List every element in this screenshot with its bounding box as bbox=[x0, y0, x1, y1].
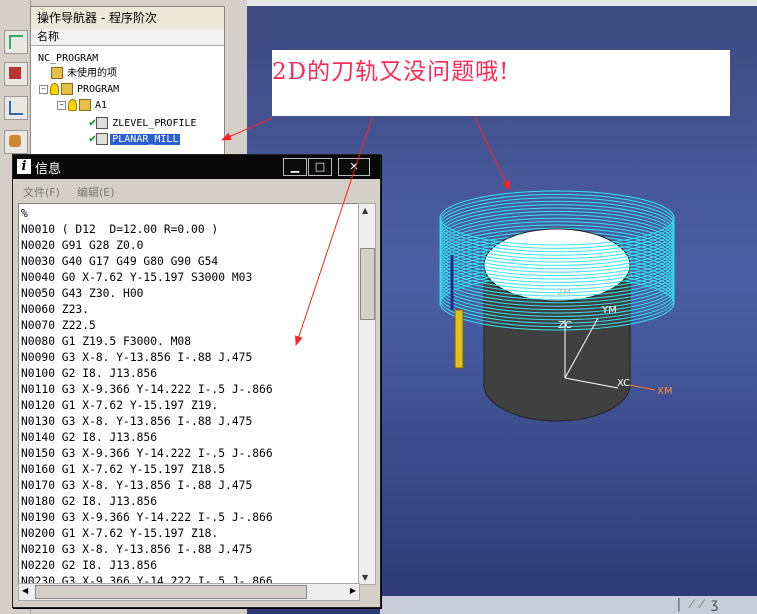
scroll-down-icon[interactable]: ▼ bbox=[362, 573, 368, 582]
nc-code-lines: % N0010 ( D12 D=12.00 R=0.00 ) N0020 G91 G… bbox=[21, 206, 273, 584]
scroll-up-icon[interactable]: ▲ bbox=[362, 206, 368, 215]
program-tab-button[interactable] bbox=[4, 96, 28, 120]
vertical-scroll-thumb[interactable] bbox=[360, 248, 375, 320]
check-icon: ✔ bbox=[89, 131, 97, 145]
code-line: N0050 G43 Z30. H00 bbox=[21, 287, 144, 300]
machine-tab-button[interactable] bbox=[4, 62, 28, 86]
close-button[interactable]: ✕ bbox=[338, 158, 370, 176]
status-strip: | ⁄ ⁄ ʒ bbox=[380, 596, 757, 614]
code-line: N0090 G3 X-8. Y-13.856 I-.88 J.475 bbox=[21, 351, 253, 364]
folder-icon bbox=[61, 83, 73, 95]
code-line: N0030 G40 G17 G49 G80 G90 G54 bbox=[21, 255, 219, 268]
nc-code-textarea[interactable]: % N0010 ( D12 D=12.00 R=0.00 ) N0020 G91 G… bbox=[18, 203, 360, 585]
tree-node-a1[interactable]: − A1 bbox=[57, 99, 109, 113]
axis-ym: YM bbox=[601, 305, 617, 316]
code-line: N0160 G1 X-7.62 Y-15.197 Z18.5 bbox=[21, 463, 226, 476]
axis-xm: XM bbox=[657, 386, 672, 397]
annotation-callout: 2D的刀轨又没问题哦! bbox=[272, 50, 730, 116]
code-line: N0200 G1 X-7.62 Y-15.197 Z18. bbox=[21, 527, 219, 540]
minimize-icon: ▁ bbox=[290, 160, 300, 173]
info-window: i 信息 ▁ □ ✕ 文件(F) 编辑(E) % N0010 ( D12 D=12… bbox=[12, 154, 381, 608]
minimize-button[interactable]: ▁ bbox=[283, 158, 307, 176]
folder-icon bbox=[79, 99, 91, 111]
tree-node-program[interactable]: − PROGRAM bbox=[39, 83, 121, 97]
navigator-tab-button[interactable] bbox=[4, 30, 28, 54]
code-line: N0140 G2 I8. J13.856 bbox=[21, 431, 158, 444]
horizontal-scrollbar[interactable]: ◀ ▶ bbox=[18, 583, 360, 601]
code-line: N0180 G2 I8. J13.856 bbox=[21, 495, 158, 508]
menu-file[interactable]: 文件(F) bbox=[23, 184, 60, 200]
code-line: N0120 G1 X-7.62 Y-15.197 Z19. bbox=[21, 399, 219, 412]
code-line: N0070 Z22.5 bbox=[21, 319, 96, 332]
info-window-titlebar[interactable]: i 信息 ▁ □ ✕ bbox=[13, 155, 380, 179]
maximize-button[interactable]: □ bbox=[308, 158, 332, 176]
operation-icon bbox=[96, 133, 109, 145]
collapse-icon[interactable]: − bbox=[57, 100, 66, 110]
maximize-icon: □ bbox=[314, 160, 326, 173]
code-line: % bbox=[21, 207, 28, 220]
code-line: N0150 G3 X-9.366 Y-14.222 I-.5 J-.866 bbox=[21, 447, 273, 460]
info-icon: i bbox=[17, 159, 31, 174]
tree-node-unused[interactable]: 未使用的项 bbox=[51, 67, 119, 81]
close-icon: ✕ bbox=[349, 160, 359, 173]
folder-icon bbox=[51, 67, 63, 79]
code-line: N0170 G3 X-8. Y-13.856 I-.88 J.475 bbox=[21, 479, 253, 492]
tool-shank bbox=[454, 309, 464, 369]
info-window-title: 信息 bbox=[35, 162, 62, 177]
code-line: N0100 G2 I8. J13.856 bbox=[21, 367, 158, 380]
axis-zc: ZC bbox=[558, 320, 572, 331]
code-line: N0210 G3 X-8. Y-13.856 I-.88 J.475 bbox=[21, 543, 253, 556]
check-icon: ✔ bbox=[89, 115, 97, 129]
scroll-left-icon[interactable]: ◀ bbox=[22, 586, 28, 595]
history-tab-button[interactable] bbox=[4, 130, 28, 154]
code-line: N0080 G1 Z19.5 F3000. M08 bbox=[21, 335, 192, 348]
tree-node-zlevel-profile[interactable]: ✔ ZLEVEL_PROFILE bbox=[89, 115, 199, 129]
scroll-right-icon[interactable]: ▶ bbox=[350, 586, 356, 595]
code-line: N0220 G2 I8. J13.856 bbox=[21, 559, 158, 572]
code-line: N0110 G3 X-9.366 Y-14.222 I-.5 J-.866 bbox=[21, 383, 273, 396]
bulb-icon bbox=[68, 99, 77, 111]
bulb-icon bbox=[50, 83, 59, 95]
operation-icon bbox=[96, 117, 109, 129]
axis-xc: XC bbox=[617, 378, 630, 389]
menu-edit[interactable]: 编辑(E) bbox=[77, 184, 115, 200]
horizontal-scroll-thumb[interactable] bbox=[35, 585, 307, 599]
tree-node-nc-program[interactable]: NC_PROGRAM bbox=[36, 52, 100, 66]
operation-navigator: 操作导航器 - 程序阶次 名称 NC_PROGRAM 未使用的项 − PROGRA… bbox=[30, 6, 225, 158]
code-line: N0020 G91 G28 Z0.0 bbox=[21, 239, 144, 252]
vertical-scrollbar[interactable]: ▲ ▼ bbox=[358, 203, 376, 585]
annotation-text: 2D的刀轨又没问题哦! bbox=[272, 59, 510, 85]
code-line: N0060 Z23. bbox=[21, 303, 90, 316]
tree-node-planar-mill[interactable]: ✔ PLANAR_MILL bbox=[89, 131, 182, 146]
view-triad-marks: | ⁄ ⁄ ʒ bbox=[675, 597, 719, 612]
collapse-icon[interactable]: − bbox=[39, 84, 48, 94]
code-line: N0130 G3 X-8. Y-13.856 I-.88 J.475 bbox=[21, 415, 253, 428]
axis-zm: ZM bbox=[557, 288, 571, 298]
code-line: N0010 ( D12 D=12.00 R=0.00 ) bbox=[21, 223, 219, 236]
code-line: N0040 G0 X-7.62 Y-15.197 S3000 M03 bbox=[21, 271, 253, 284]
code-line: N0190 G3 X-9.366 Y-14.222 I-.5 J-.866 bbox=[21, 511, 273, 524]
